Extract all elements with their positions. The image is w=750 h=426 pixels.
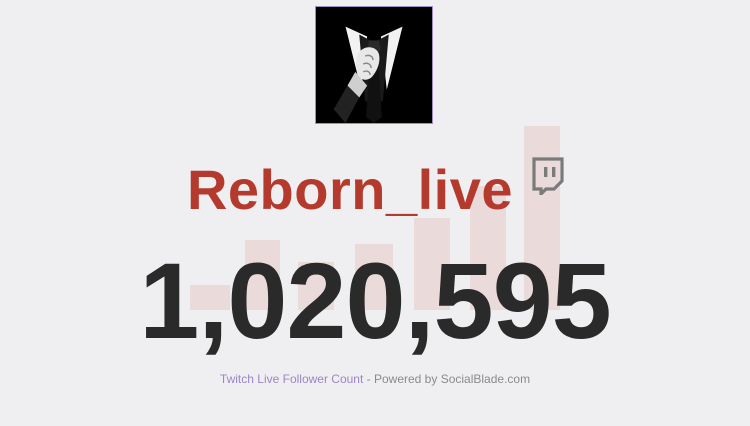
channel-name[interactable]: Reborn_live — [0, 155, 700, 225]
footer-caption: Twitch Live Follower Count - Powered by … — [0, 371, 750, 387]
twitch-glyph — [532, 157, 564, 195]
follower-counter-page: Reborn_live 1,020,595 Twitch Live Follow… — [0, 0, 750, 426]
twitch-icon[interactable] — [530, 155, 566, 195]
suit-and-tie-icon — [316, 7, 432, 123]
powered-by-link[interactable]: Powered by SocialBlade.com — [374, 372, 530, 386]
footer-label: Twitch Live Follower Count — [219, 372, 364, 386]
channel-avatar[interactable] — [315, 6, 433, 124]
footer-separator: - — [363, 372, 374, 386]
follower-count: 1,020,595 — [139, 240, 611, 361]
